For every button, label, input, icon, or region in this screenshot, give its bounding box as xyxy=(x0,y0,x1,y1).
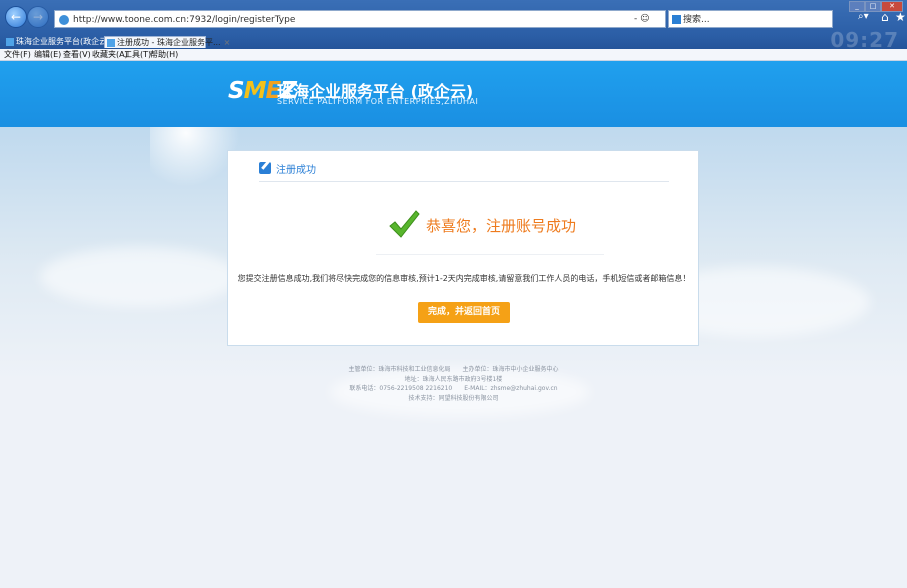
menu-view[interactable]: 查看(V) xyxy=(63,49,91,60)
search-icon[interactable]: ⌕▾ xyxy=(858,11,869,22)
tab-strip: 珠海企业服务平台(政企云) 注册成功 - 珠海企业服务平... × xyxy=(0,36,907,48)
search-input[interactable]: 搜索... xyxy=(668,10,833,28)
site-footer: 主管单位：珠海市科技和工业信息化局 主办单位：珠海市中小企业服务中心 地址：珠海… xyxy=(0,365,907,403)
forward-button[interactable]: → xyxy=(27,6,49,28)
menu-favorites[interactable]: 收藏夹(A) xyxy=(92,49,128,60)
browser-chrome: _ □ ✕ ← → http://www.toone.com.cn:7932/l… xyxy=(0,0,907,61)
tab-label: 注册成功 - 珠海企业服务平... xyxy=(117,38,221,47)
divider xyxy=(376,254,604,255)
registration-success-card: 注册成功 恭喜您，注册账号成功 您提交注册信息成功,我们将尽快完成您的信息审核,… xyxy=(227,150,699,346)
footer-line: 主管单位：珠海市科技和工业信息化局 主办单位：珠海市中小企业服务中心 xyxy=(348,366,559,373)
search-provider-icon xyxy=(672,15,681,24)
tab-favicon-icon xyxy=(6,38,14,46)
home-icon[interactable]: ⌂ xyxy=(881,10,889,24)
divider xyxy=(259,181,669,182)
favorites-star-icon[interactable]: ★ xyxy=(895,10,906,24)
back-button[interactable]: ← xyxy=(5,6,27,28)
footer-line: 技术支持：同望科技股份有限公司 xyxy=(408,394,499,402)
site-subtitle: SERVICE PALTFORM FOR ENTERPRIES,ZHUHAI xyxy=(277,97,479,106)
done-return-home-button[interactable]: 完成，并返回首页 xyxy=(418,302,510,323)
address-bar[interactable]: http://www.toone.com.cn:7932/login/regis… xyxy=(54,10,666,28)
info-message: 您提交注册信息成功,我们将尽快完成您的信息审核,预计1-2天内完成审核,请留意我… xyxy=(237,274,691,283)
menu-help[interactable]: 帮助(H) xyxy=(150,49,178,60)
tab-favicon-icon xyxy=(107,39,115,47)
menu-edit[interactable]: 编辑(E) xyxy=(34,49,61,60)
address-url: http://www.toone.com.cn:7932/login/regis… xyxy=(73,15,296,25)
cloud xyxy=(40,247,240,307)
search-placeholder: 搜索... xyxy=(683,15,710,25)
edit-icon xyxy=(259,162,271,174)
page-favicon-icon xyxy=(59,15,69,25)
tab-label: 珠海企业服务平台(政企云) xyxy=(16,37,111,46)
menu-bar: 文件(F) 编辑(E) 查看(V) 收藏夹(A) 工具(T) 帮助(H) xyxy=(0,49,907,61)
menu-file[interactable]: 文件(F) xyxy=(4,49,31,60)
refresh-icon[interactable]: - ☺ xyxy=(634,10,650,28)
footer-line: 地址：珠海人民东路市政府3号楼1楼 xyxy=(404,375,503,383)
success-message: 恭喜您，注册账号成功 xyxy=(426,217,577,235)
menu-tools[interactable]: 工具(T) xyxy=(124,49,151,60)
card-title: 注册成功 xyxy=(276,165,316,176)
tab-register-success[interactable]: 注册成功 - 珠海企业服务平... × xyxy=(104,36,230,48)
footer-line: 联系电话：0756-2219508 2216210 E-MAIL：zhsme@z… xyxy=(349,385,558,392)
tab-close-icon[interactable]: × xyxy=(224,38,231,47)
tab-home[interactable]: 珠海企业服务平台(政企云) xyxy=(4,36,110,48)
checkmark-icon xyxy=(389,210,420,238)
